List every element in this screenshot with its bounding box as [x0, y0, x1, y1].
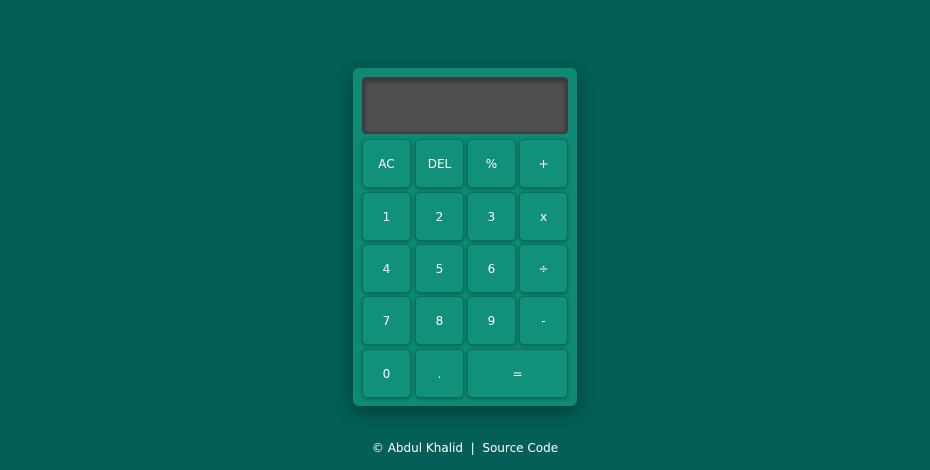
footer-separator: | [470, 441, 475, 455]
digit-2-button[interactable]: 2 [415, 192, 464, 241]
equals-button[interactable]: = [467, 349, 568, 398]
percent-button[interactable]: % [467, 139, 516, 188]
digit-8-button[interactable]: 8 [415, 296, 464, 345]
digit-6-button[interactable]: 6 [467, 244, 516, 293]
footer: © Abdul Khalid | Source Code [0, 441, 930, 455]
digit-1-button[interactable]: 1 [362, 192, 411, 241]
source-code-link[interactable]: Source Code [482, 441, 558, 455]
digit-0-button[interactable]: 0 [362, 349, 411, 398]
clear-all-button[interactable]: AC [362, 139, 411, 188]
calculator-display [362, 77, 568, 134]
digit-7-button[interactable]: 7 [362, 296, 411, 345]
delete-button[interactable]: DEL [415, 139, 464, 188]
digit-9-button[interactable]: 9 [467, 296, 516, 345]
add-button[interactable]: + [519, 139, 568, 188]
calculator: AC DEL % + 1 2 3 x 4 5 6 ÷ 7 8 9 - 0 . = [353, 68, 577, 406]
multiply-button[interactable]: x [519, 192, 568, 241]
subtract-button[interactable]: - [519, 296, 568, 345]
copyright-text: © Abdul Khalid [371, 441, 464, 455]
divide-button[interactable]: ÷ [519, 244, 568, 293]
decimal-point-button[interactable]: . [415, 349, 464, 398]
digit-4-button[interactable]: 4 [362, 244, 411, 293]
digit-3-button[interactable]: 3 [467, 192, 516, 241]
digit-5-button[interactable]: 5 [415, 244, 464, 293]
